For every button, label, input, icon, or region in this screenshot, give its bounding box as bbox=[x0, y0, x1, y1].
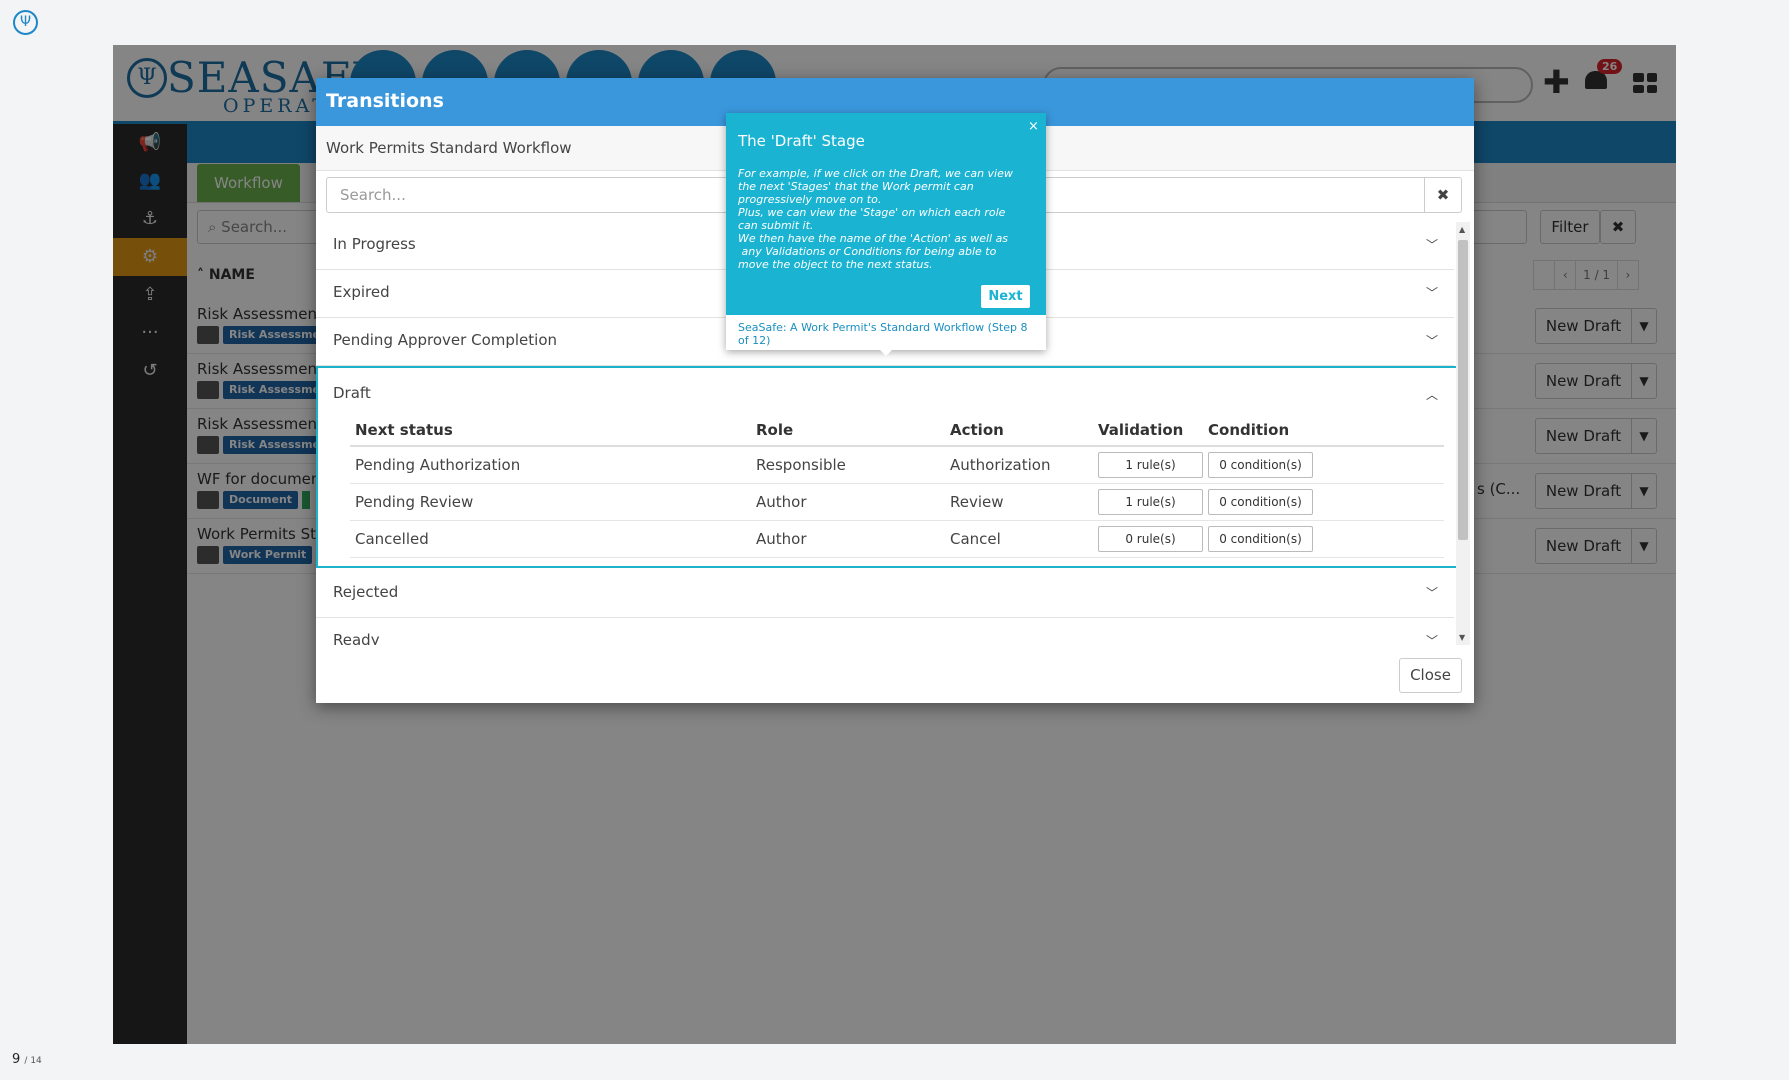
table-header-row: Next status Role Action Validation Condi… bbox=[350, 414, 1444, 447]
scroll-down-icon[interactable]: ▼ bbox=[1459, 633, 1465, 642]
cell-condition: 0 condition(s) bbox=[1203, 483, 1444, 521]
tooltip-step-link[interactable]: SeaSafe: A Work Permit's Standard Workfl… bbox=[726, 315, 1046, 350]
accordion-title: Expired bbox=[333, 283, 390, 301]
table-row: Pending Authorization Responsible Author… bbox=[350, 446, 1444, 484]
accordion-title: Rejected bbox=[333, 583, 399, 601]
table-row: Pending Review Author Review 1 rule(s) 0… bbox=[350, 483, 1444, 521]
close-icon[interactable]: × bbox=[1028, 119, 1039, 134]
col-action: Action bbox=[945, 414, 1093, 447]
accordion-scrollbar[interactable]: ▲ ▼ bbox=[1456, 222, 1470, 645]
table-row: Cancelled Author Cancel 0 rule(s) 0 cond… bbox=[350, 520, 1444, 558]
accordion-title: Pending Approver Completion bbox=[333, 331, 558, 349]
cell-validation: 0 rule(s) bbox=[1093, 520, 1203, 558]
cell-next-status: Pending Review bbox=[350, 483, 751, 521]
page-indicator: 9 / 14 bbox=[12, 1052, 42, 1067]
cell-action: Cancel bbox=[945, 520, 1093, 558]
trident-icon[interactable]: Ψ bbox=[13, 10, 38, 35]
close-button[interactable]: Close bbox=[1399, 658, 1462, 693]
validation-button[interactable]: 0 rule(s) bbox=[1098, 525, 1203, 552]
tooltip-line: For example, if we click on the Draft, w… bbox=[738, 167, 1013, 180]
transitions-table: Next status Role Action Validation Condi… bbox=[350, 414, 1444, 558]
next-button[interactable]: Next bbox=[981, 285, 1030, 308]
tooltip-arrow bbox=[878, 348, 894, 356]
tooltip-line: the next 'Stages' that the Work permit c… bbox=[738, 180, 974, 193]
col-role: Role bbox=[751, 414, 945, 447]
accordion-title: Ready bbox=[333, 631, 380, 645]
clear-search-button[interactable]: ✖ bbox=[1424, 177, 1462, 213]
cell-role: Author bbox=[751, 520, 945, 558]
chevron-down-icon: ﹀ bbox=[1426, 286, 1439, 300]
tooltip-line: Plus, we can view the 'Stage' on which e… bbox=[738, 206, 1006, 219]
accordion-item-rejected[interactable]: Rejected ﹀ bbox=[316, 570, 1454, 618]
cell-action: Authorization bbox=[945, 446, 1093, 484]
tooltip-line: progressively move on to. bbox=[738, 193, 882, 206]
tour-tooltip: × The 'Draft' Stage For example, if we c… bbox=[726, 113, 1046, 356]
page-current: 9 bbox=[12, 1052, 21, 1067]
viewer-bottombar: 9 / 14 bbox=[0, 1044, 1789, 1080]
validation-button[interactable]: 1 rule(s) bbox=[1098, 451, 1203, 478]
chevron-down-icon: ﹀ bbox=[1426, 238, 1439, 252]
tooltip-text: For example, if we click on the Draft, w… bbox=[738, 167, 1028, 271]
cell-condition: 0 condition(s) bbox=[1203, 520, 1444, 558]
scroll-up-icon[interactable]: ▲ bbox=[1459, 225, 1465, 234]
cell-role: Author bbox=[751, 483, 945, 521]
tooltip-title: The 'Draft' Stage bbox=[738, 132, 865, 150]
viewer-topbar: Ψ bbox=[0, 0, 1789, 45]
cell-role: Responsible bbox=[751, 446, 945, 484]
cell-next-status: Cancelled bbox=[350, 520, 751, 558]
tooltip-line: any Validations or Conditions for being … bbox=[738, 245, 997, 258]
cell-validation: 1 rule(s) bbox=[1093, 483, 1203, 521]
cell-validation: 1 rule(s) bbox=[1093, 446, 1203, 484]
condition-button[interactable]: 0 condition(s) bbox=[1208, 488, 1313, 515]
col-next-status: Next status bbox=[350, 414, 751, 447]
tooltip-body-panel: × The 'Draft' Stage For example, if we c… bbox=[726, 113, 1046, 315]
tooltip-line: move the object to the next status. bbox=[738, 258, 933, 271]
cell-condition: 0 condition(s) bbox=[1203, 446, 1444, 484]
cell-action: Review bbox=[945, 483, 1093, 521]
accordion-item-ready[interactable]: Ready ﹀ bbox=[316, 618, 1454, 645]
accordion-item-draft[interactable]: Draft ︿ Next status Role Action Validati… bbox=[316, 366, 1456, 568]
col-condition: Condition bbox=[1203, 414, 1444, 447]
cell-next-status: Pending Authorization bbox=[350, 446, 751, 484]
tooltip-line: We then have the name of the 'Action' as… bbox=[738, 232, 1009, 245]
condition-button[interactable]: 0 condition(s) bbox=[1208, 451, 1313, 478]
page-total: / 14 bbox=[24, 1056, 42, 1066]
accordion-title: Draft bbox=[333, 384, 371, 402]
condition-button[interactable]: 0 condition(s) bbox=[1208, 525, 1313, 552]
col-validation: Validation bbox=[1093, 414, 1203, 447]
chevron-down-icon: ﹀ bbox=[1426, 634, 1439, 645]
tooltip-line: can submit it. bbox=[738, 219, 814, 232]
accordion-title: In Progress bbox=[333, 235, 416, 253]
chevron-up-icon: ︿ bbox=[1426, 388, 1439, 402]
validation-button[interactable]: 1 rule(s) bbox=[1098, 488, 1203, 515]
chevron-down-icon: ﹀ bbox=[1426, 586, 1439, 600]
chevron-down-icon: ﹀ bbox=[1426, 334, 1439, 348]
scrollbar-thumb[interactable] bbox=[1458, 240, 1468, 540]
